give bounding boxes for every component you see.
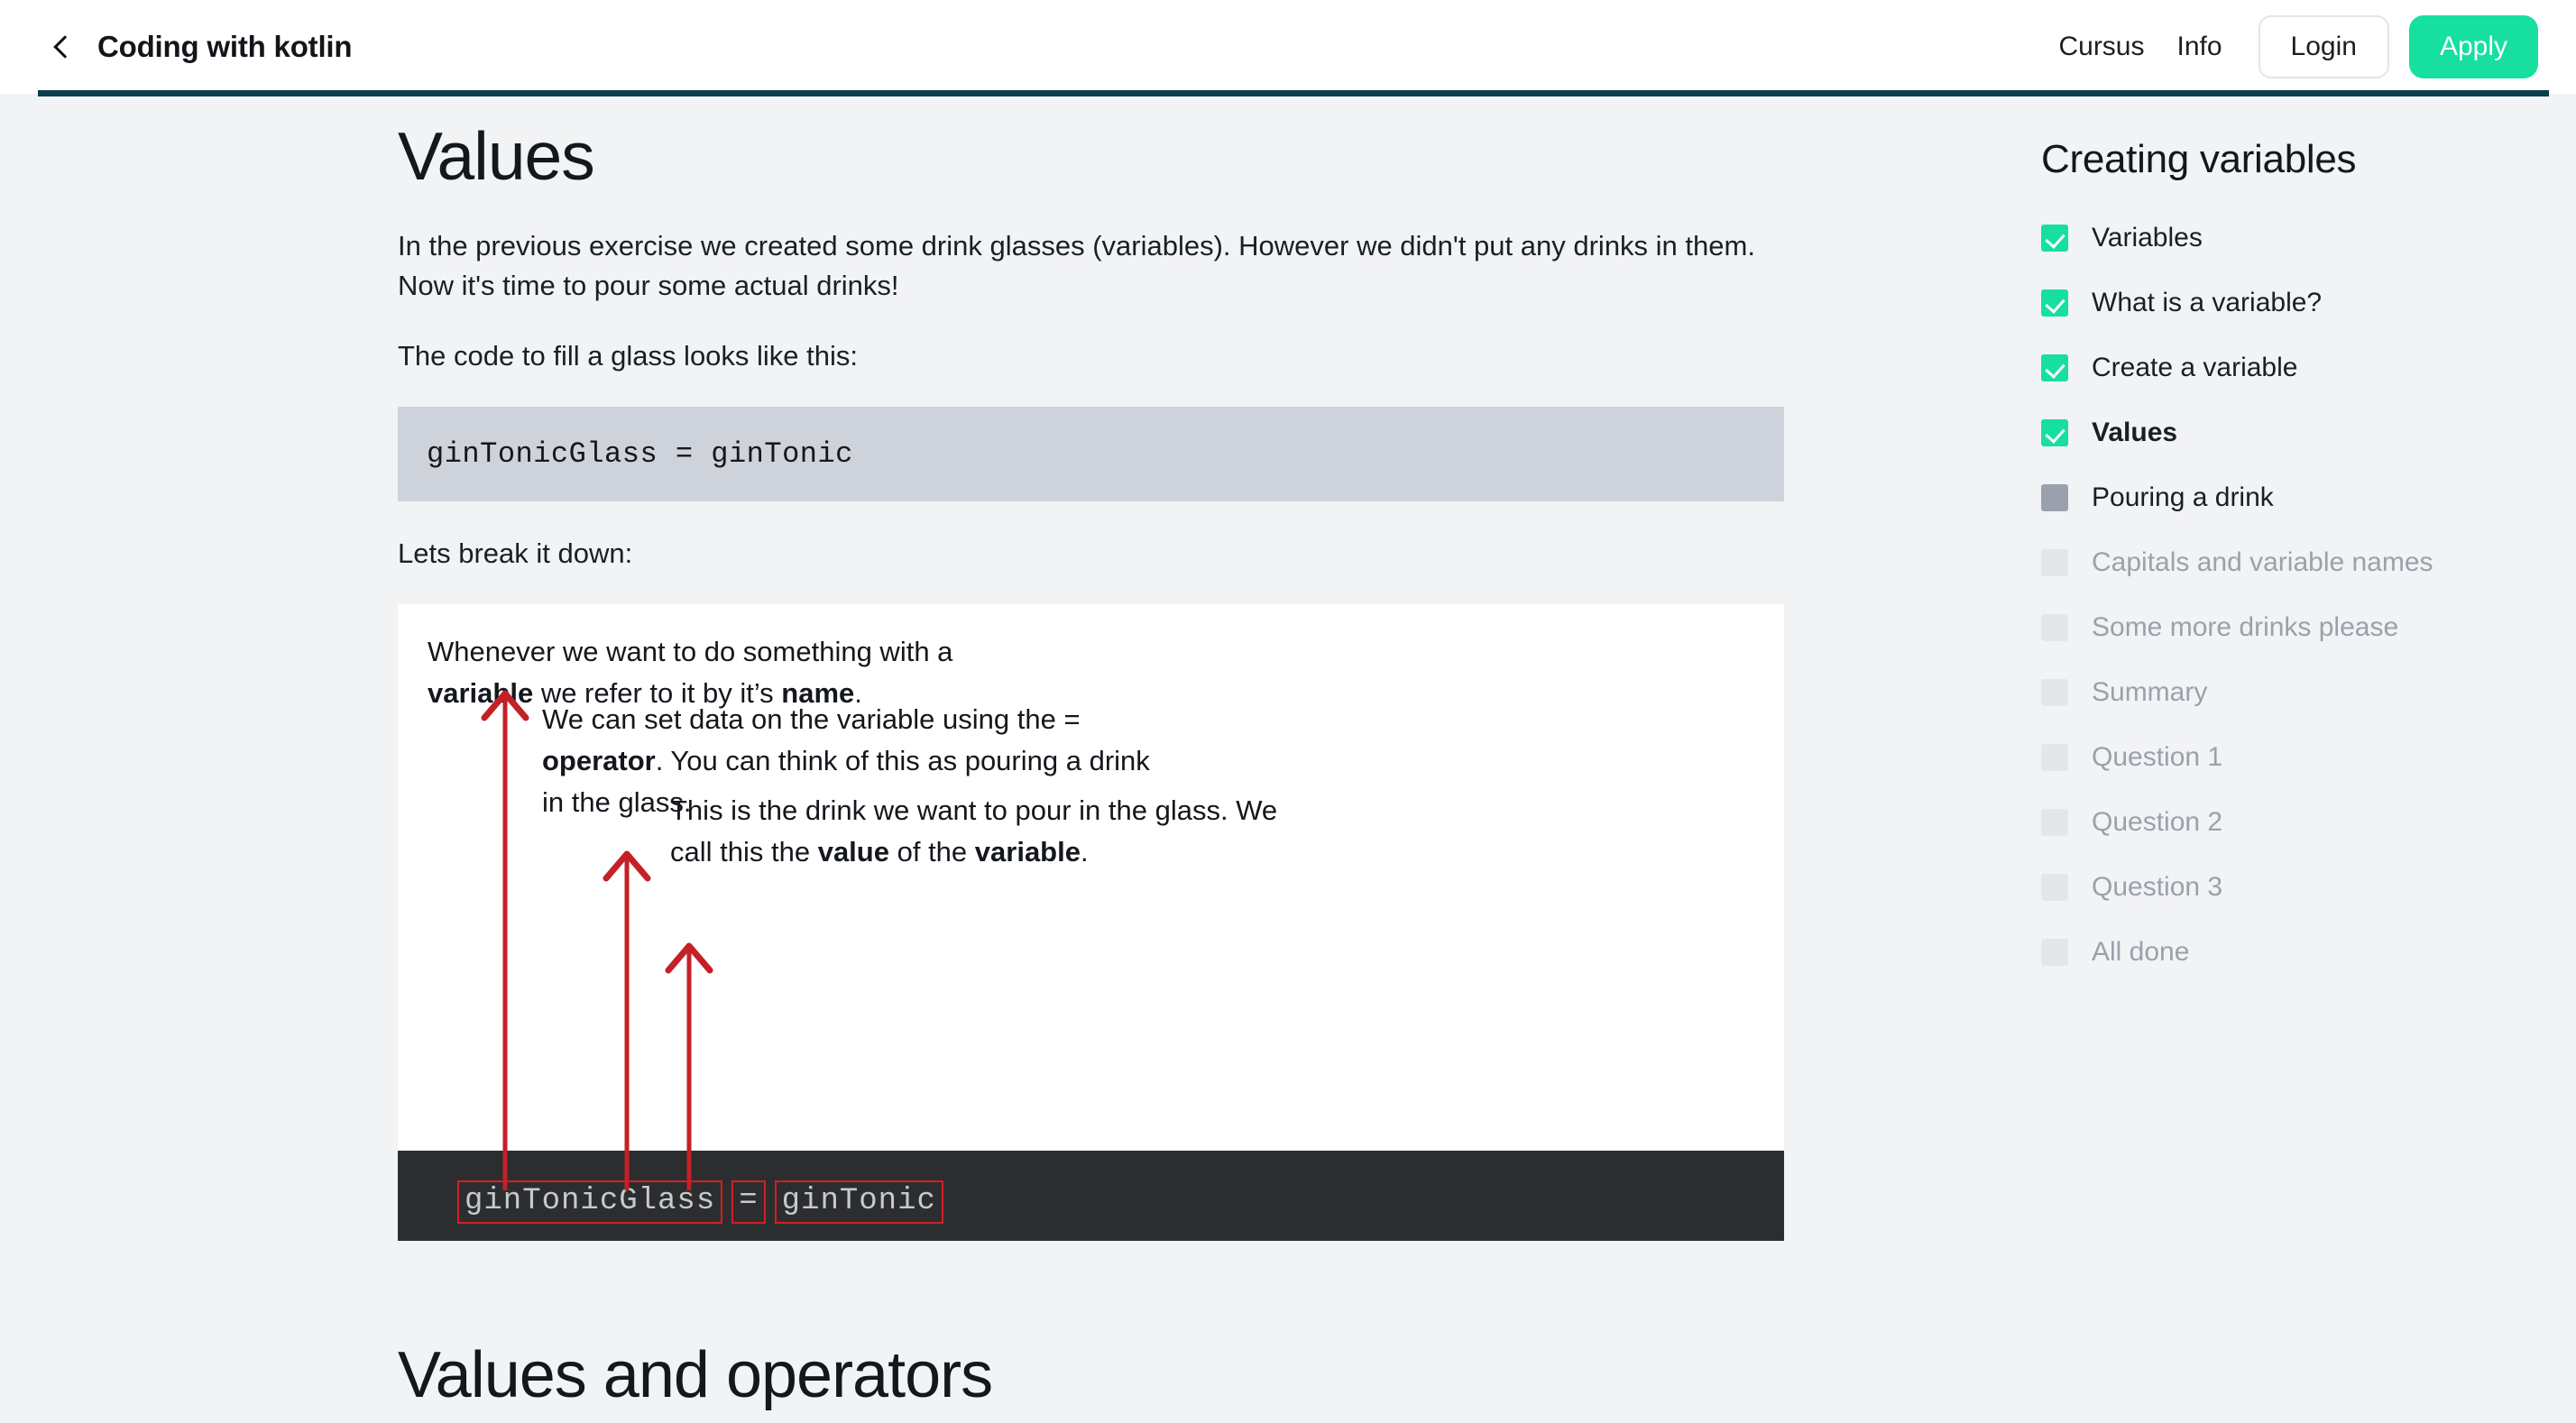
course-title: Coding with kotlin: [97, 30, 353, 63]
sidebar-item-capitals-and-variable-names: Capitals and variable names: [2041, 530, 2546, 595]
sidebar-item-what-is-a-variable[interactable]: What is a variable?: [2041, 271, 2546, 335]
annotation-1-bold-1: variable: [428, 676, 534, 709]
nav-link-info[interactable]: Info: [2161, 32, 2239, 62]
checkbox-locked-icon: [2041, 874, 2068, 901]
sidebar-item-question-3: Question 3: [2041, 855, 2546, 920]
checkbox-checked-icon: [2041, 225, 2068, 252]
sidebar-item-label: All done: [2092, 937, 2190, 967]
sidebar-item-summary: Summary: [2041, 660, 2546, 725]
apply-button[interactable]: Apply: [2408, 15, 2538, 78]
sidebar-item-label: Create a variable: [2092, 353, 2298, 382]
checkbox-locked-icon: [2041, 614, 2068, 641]
next-section-title: Values and operators: [398, 1339, 993, 1411]
sidebar-item-all-done: All done: [2041, 920, 2546, 985]
sidebar-item-label: Values: [2092, 418, 2178, 447]
checkbox-locked-icon: [2041, 744, 2068, 771]
code-token-value: ginTonic: [774, 1180, 943, 1224]
lesson-paragraph-1: In the previous exercise we created some…: [398, 229, 1755, 301]
sidebar-item-pouring-a-drink[interactable]: Pouring a drink: [2041, 465, 2546, 530]
sidebar-item-label: Pouring a drink: [2092, 482, 2274, 512]
course-progress-bar: [38, 90, 2549, 96]
checkbox-locked-icon: [2041, 679, 2068, 706]
nav-link-cursus[interactable]: Cursus: [2042, 32, 2160, 62]
annotation-3-bold-2: variable: [974, 835, 1081, 868]
sidebar-item-label: Question 1: [2092, 742, 2223, 772]
annotation-3-text-2: of the: [888, 835, 975, 868]
lesson-paragraph-2: The code to fill a glass looks like this…: [398, 339, 859, 372]
sidebar-item-label: Capitals and variable names: [2092, 547, 2433, 577]
checkbox-locked-icon: [2041, 549, 2068, 576]
chevron-left-icon[interactable]: [51, 35, 74, 59]
checkbox-checked-icon: [2041, 289, 2068, 317]
top-navigation-bar: Coding with kotlin Cursus Info Login App…: [0, 0, 2576, 94]
annotation-3-text-3: .: [1080, 835, 1089, 868]
lesson-content: Values In the previous exercise we creat…: [398, 121, 1784, 1241]
sidebar-item-label: Variables: [2092, 223, 2203, 252]
sidebar-item-label: Some more drinks please: [2092, 612, 2399, 642]
code-token-variable-name: ginTonicGlass: [457, 1180, 723, 1224]
arrow-to-annotation-1: [481, 690, 529, 1190]
sidebar-item-label: Summary: [2092, 677, 2208, 707]
sidebar-title: Creating variables: [2041, 137, 2357, 181]
header-actions: Cursus Info Login Apply: [2042, 15, 2538, 78]
table-of-contents: Variables What is a variable? Create a var…: [2041, 206, 2546, 985]
annotated-code-diagram: Whenever we want to do something with a …: [398, 603, 1784, 1241]
page-title: Values: [398, 118, 595, 194]
sidebar-item-label: Question 2: [2092, 807, 2223, 837]
diagram-code-line: ginTonicGlass = ginTonic: [457, 1180, 943, 1224]
annotation-2-text-1: We can set data on the variable using th…: [542, 702, 1081, 735]
sidebar-item-create-a-variable[interactable]: Create a variable: [2041, 335, 2546, 400]
diagram-annotation-3: This is the drink we want to pour in the…: [670, 790, 1320, 873]
checkbox-checked-icon: [2041, 354, 2068, 381]
code-token-operator: =: [731, 1180, 766, 1224]
checkbox-checked-icon: [2041, 419, 2068, 446]
checkbox-locked-icon: [2041, 809, 2068, 836]
arrow-to-annotation-2: [603, 850, 651, 1190]
annotation-3-bold-1: value: [817, 835, 889, 868]
code-snippet-block: ginTonicGlass = ginTonic: [398, 406, 1784, 501]
annotation-2-bold-1: operator: [542, 744, 656, 776]
diagram-code-bar: ginTonicGlass = ginTonic: [398, 1150, 1784, 1241]
sidebar-item-some-more-drinks-please: Some more drinks please: [2041, 595, 2546, 660]
sidebar-item-question-2: Question 2: [2041, 790, 2546, 855]
page-content: Values In the previous exercise we creat…: [0, 94, 2576, 1423]
sidebar-item-variables[interactable]: Variables: [2041, 206, 2546, 271]
checkbox-current-icon: [2041, 484, 2068, 511]
back-to-course-button[interactable]: Coding with kotlin: [51, 30, 353, 64]
annotation-1-text-1: Whenever we want to do something with a: [428, 635, 953, 667]
sidebar-item-values[interactable]: Values: [2041, 400, 2546, 465]
lesson-sidebar: Creating variables Variables What is a va…: [2041, 137, 2546, 985]
sidebar-item-label: Question 3: [2092, 872, 2223, 902]
checkbox-locked-icon: [2041, 939, 2068, 966]
sidebar-item-label: What is a variable?: [2092, 288, 2323, 317]
sidebar-item-question-1: Question 1: [2041, 725, 2546, 790]
lesson-paragraph-3: Lets break it down:: [398, 537, 633, 569]
login-button[interactable]: Login: [2258, 15, 2389, 78]
